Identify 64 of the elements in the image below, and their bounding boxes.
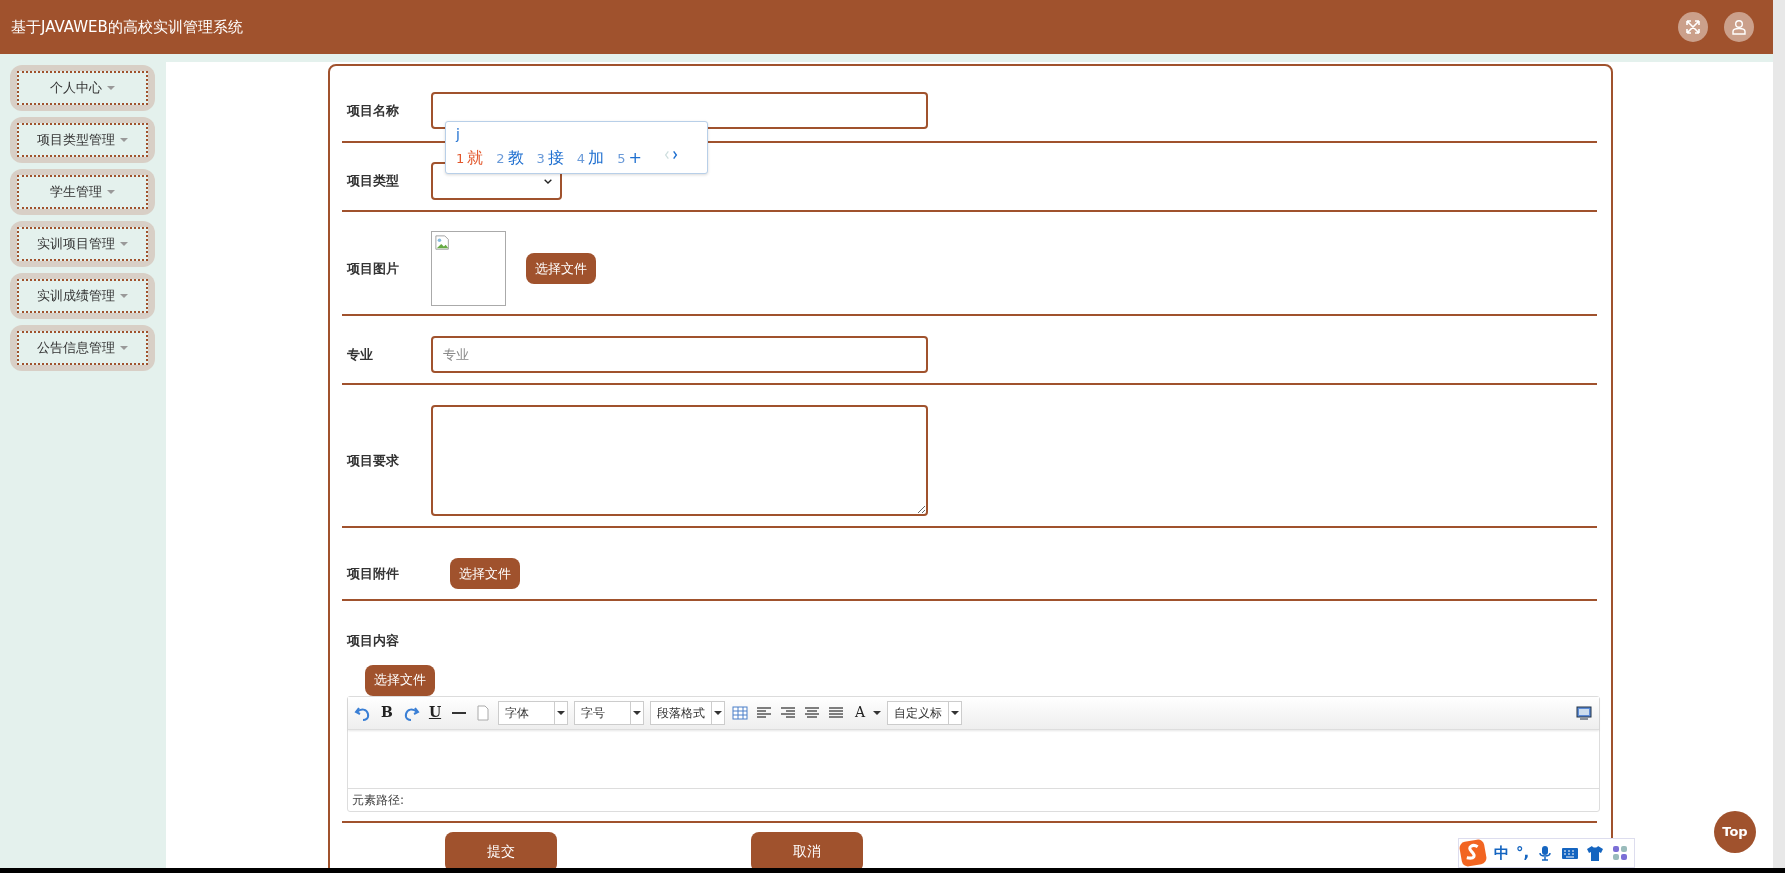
sidebar-menu-item[interactable]: 项目类型管理	[10, 117, 155, 163]
text-field[interactable]: 专业	[431, 336, 928, 373]
broken-image-icon[interactable]	[435, 235, 451, 251]
s-logo-icon[interactable]	[1459, 839, 1487, 867]
toolbar-dropdown[interactable]: 段落格式	[650, 700, 725, 725]
ime-candidate[interactable]: 3 接	[536, 146, 564, 170]
ime-candidate[interactable]: 1 就	[456, 146, 484, 170]
choose-file-button[interactable]: 选择文件	[450, 558, 520, 589]
choose-file-button[interactable]: 选择文件	[526, 253, 596, 284]
form-action-button[interactable]: 取消	[751, 831, 863, 868]
form-action-button[interactable]: 提交	[445, 831, 557, 868]
caret-icon	[107, 86, 115, 90]
field-label: 项目要求	[345, 451, 400, 470]
toolbar-dropdown[interactable]: 字体	[498, 700, 568, 725]
field-label: 项目图片	[345, 259, 400, 278]
rich-text-editor[interactable]: B U 字体 字号 段落格式 A 自定义标 元素路径:	[347, 695, 1600, 812]
sidebar-menu-item[interactable]: 学生管理	[10, 169, 155, 215]
caret-icon	[120, 242, 128, 246]
caret-icon	[873, 710, 881, 715]
scrollbar[interactable]	[1773, 0, 1785, 868]
font-color-button[interactable]: A	[851, 703, 869, 722]
sidebar-menu-item[interactable]: 实训项目管理	[10, 221, 155, 267]
text-area[interactable]	[431, 405, 928, 516]
sidebar-menu-item[interactable]: 个人中心	[10, 65, 155, 111]
caret-icon	[714, 710, 722, 715]
field-label: 项目附件	[345, 564, 400, 583]
menu-label: 个人中心	[50, 79, 102, 98]
input-mode-toggle[interactable]: 中	[1494, 841, 1509, 865]
ime-candidate[interactable]: 4 加	[576, 146, 605, 170]
caret-icon	[107, 190, 115, 194]
caret-icon	[633, 710, 641, 715]
field-label: 项目内容	[345, 632, 400, 650]
fullscreen-icon[interactable]	[1678, 12, 1708, 42]
menu-label: 公告信息管理	[37, 339, 115, 358]
field-label: 专业	[346, 345, 374, 364]
ime-candidate[interactable]: 2 教	[496, 146, 524, 170]
sidebar-menu-item[interactable]: 公告信息管理	[10, 325, 155, 371]
caret-icon	[120, 346, 128, 350]
shirt-icon[interactable]	[1586, 844, 1605, 862]
user-icon[interactable]	[1724, 12, 1754, 42]
grid-icon[interactable]	[1611, 844, 1630, 862]
menu-label: 实训项目管理	[37, 235, 115, 254]
menu-label: 学生管理	[50, 183, 102, 202]
ime-candidate[interactable]: 5 +	[617, 146, 642, 170]
field-label: 项目名称	[345, 101, 400, 120]
caret-icon	[120, 138, 128, 142]
table-icon[interactable]	[731, 703, 749, 722]
caret-icon	[951, 710, 959, 715]
toolbar-dropdown[interactable]: 字号	[574, 700, 644, 725]
caret-icon	[557, 710, 565, 715]
punctuation-toggle[interactable]: °,	[1516, 841, 1530, 865]
menu-label: 实训成绩管理	[37, 287, 115, 306]
format-button[interactable]: U	[426, 703, 444, 722]
format-button[interactable]: B	[378, 703, 396, 722]
app-title: 基于JAVAWEB的高校实训管理系统	[11, 16, 243, 38]
ime-composition: j	[456, 125, 461, 144]
caret-icon	[120, 294, 128, 298]
field-label: 项目类型	[345, 172, 400, 191]
choose-file-button[interactable]: 选择文件	[365, 664, 435, 696]
menu-label: 项目类型管理	[37, 131, 115, 150]
element-path-label: 元素路径:	[351, 791, 406, 809]
fullscreen-preview-icon[interactable]	[1575, 703, 1593, 722]
sidebar-menu-item[interactable]: 实训成绩管理	[10, 273, 155, 319]
toolbar-dropdown[interactable]: 自定义标	[887, 700, 962, 725]
